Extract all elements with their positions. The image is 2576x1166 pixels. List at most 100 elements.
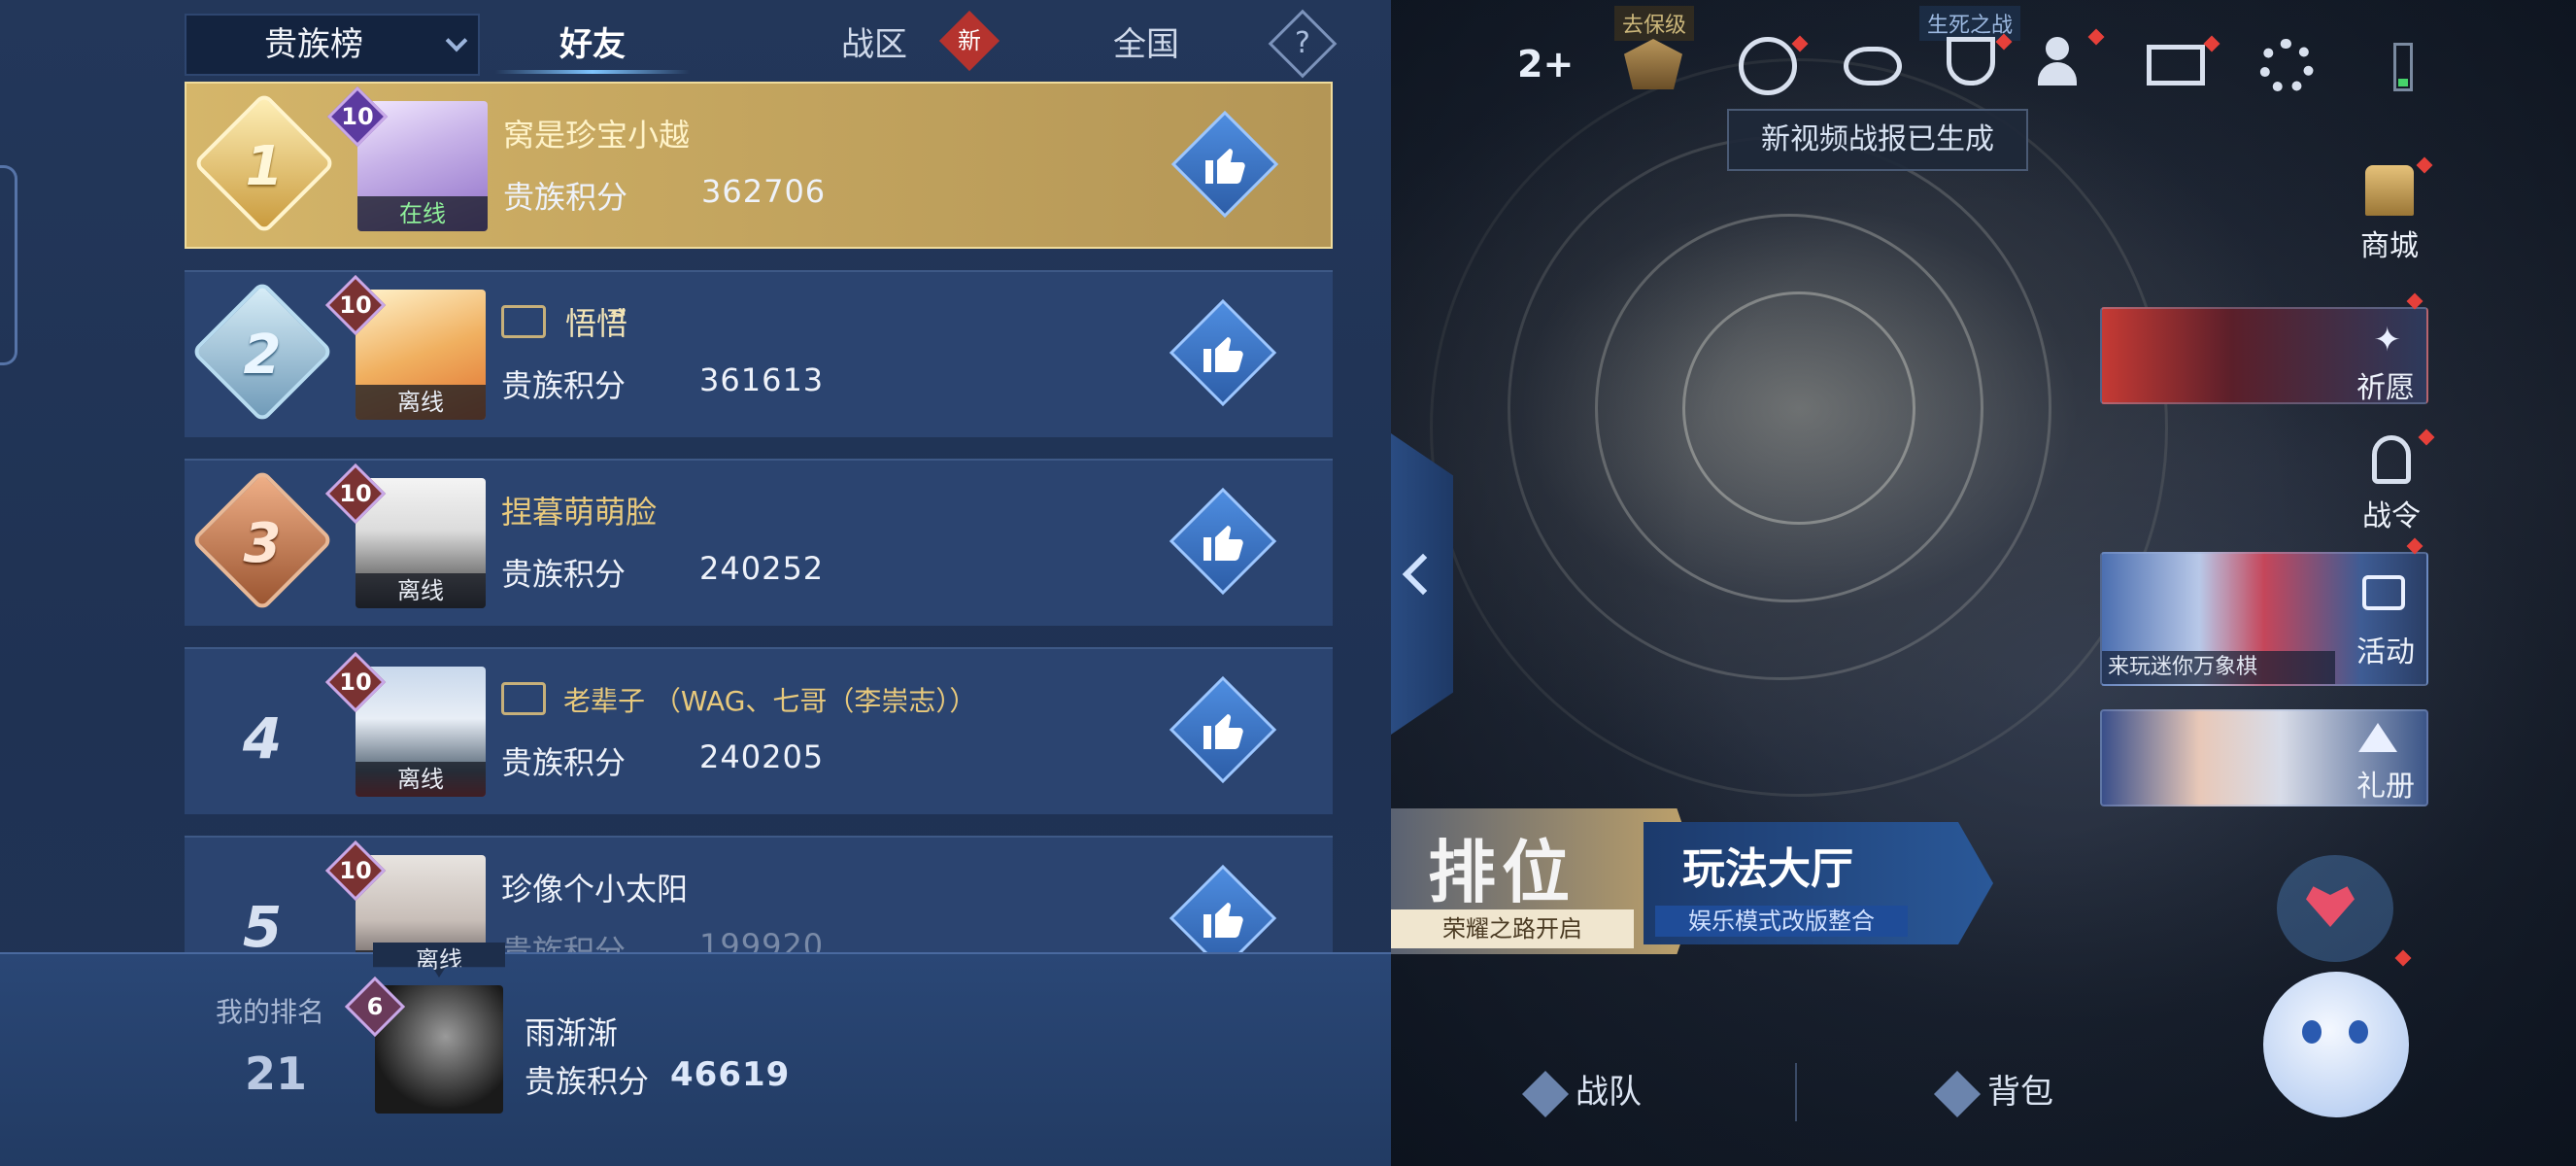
status-badge: 离线 xyxy=(356,385,486,420)
wifi-battery-icon xyxy=(2393,43,2413,91)
my-noble-level-badge: 6 xyxy=(344,976,406,1038)
help-icon[interactable]: ? xyxy=(1268,9,1338,79)
mode-hall-button[interactable]: 玩法大厅 娱乐模式改版整合 xyxy=(1644,822,1993,944)
ranking-row[interactable]: 5 离线 10 珍像个小太阳 贵族积分 199920 xyxy=(185,836,1333,952)
bag-icon xyxy=(1933,1070,1982,1117)
chevron-left-icon xyxy=(1402,553,1444,596)
chevron-down-icon xyxy=(445,29,468,52)
noble-level-badge: 10 xyxy=(324,274,387,336)
panel-edge-handle[interactable] xyxy=(0,165,17,365)
add-friend-button[interactable]: 2+ xyxy=(1517,43,1574,86)
gold-medal-icon: 1 xyxy=(192,91,336,235)
activity-label: 活动 xyxy=(2356,635,2415,669)
like-button[interactable] xyxy=(1170,110,1279,219)
nameplate-icon xyxy=(501,305,546,338)
ranking-list: 1 在线 10 窝是珍宝小越 贵族积分 362706 2 离线 10 悟悟ื 贵… xyxy=(185,82,1333,952)
settings-gear-icon[interactable] xyxy=(2259,39,2314,93)
radar-icon[interactable] xyxy=(1739,35,1809,95)
noble-level-badge: 10 xyxy=(324,651,387,713)
battle-pass-button[interactable]: 战令 xyxy=(2343,429,2440,534)
like-button[interactable] xyxy=(1169,487,1277,596)
thumbs-up-icon xyxy=(1203,714,1243,749)
team-button[interactable]: 战队 xyxy=(1521,1065,1642,1117)
thumbs-up-icon xyxy=(1203,903,1243,938)
score-label: 贵族积分 xyxy=(501,744,627,781)
player-name: 珍像个小太阳 xyxy=(501,871,689,908)
mascot-body xyxy=(2263,972,2409,1117)
wish-card[interactable]: 祈愿 ✦ xyxy=(2100,307,2428,404)
wish-label: 祈愿 xyxy=(2356,371,2415,404)
eye-icon[interactable] xyxy=(1844,47,1902,86)
ranking-type-dropdown[interactable]: 贵族榜 xyxy=(185,14,480,76)
like-button[interactable] xyxy=(1169,675,1277,784)
ranking-row[interactable]: 2 离线 10 悟悟ื 贵族积分 361613 xyxy=(185,270,1333,437)
score-label: 贵族积分 xyxy=(501,556,627,593)
shop-button[interactable]: 商城 xyxy=(2341,156,2438,264)
protect-rank-label: 去保级 xyxy=(1614,6,1695,41)
gift-book-label: 礼册 xyxy=(2356,770,2415,804)
battle-pass-icon xyxy=(2372,435,2411,484)
my-score-value: 46619 xyxy=(670,1055,791,1094)
score-label: 贵族积分 xyxy=(501,933,627,952)
mode-hall-title: 玩法大厅 xyxy=(1682,844,1853,894)
score-value: 199920 xyxy=(699,927,825,952)
tab-friends[interactable]: 好友 xyxy=(505,14,680,76)
team-icon xyxy=(1521,1070,1570,1117)
silver-medal-icon: 2 xyxy=(190,280,334,424)
gift-book-card[interactable]: 礼册 xyxy=(2100,709,2428,806)
trophy-icon[interactable] xyxy=(1947,33,2013,86)
shop-label: 商城 xyxy=(2360,229,2419,263)
nameplate-icon xyxy=(501,682,546,715)
star-icon: ✦ xyxy=(2373,321,2402,360)
my-score-label: 贵族积分 xyxy=(525,1063,650,1100)
collapse-panel-button[interactable] xyxy=(1391,433,1453,735)
mascot-character[interactable] xyxy=(2224,855,2457,1147)
ranking-row[interactable]: 3 离线 10 捏暮萌萌脸 贵族积分 240252 xyxy=(185,459,1333,626)
score-value: 240252 xyxy=(699,550,825,587)
score-value: 362706 xyxy=(701,173,827,210)
ranking-row[interactable]: 4 离线 10 老辈子 （WAG、七哥（李崇志）） 贵族积分 240205 xyxy=(185,647,1333,814)
player-name: 窝是珍宝小越 xyxy=(503,117,691,154)
player-name: 悟悟ื xyxy=(565,305,628,342)
noble-level-badge: 10 xyxy=(324,840,387,902)
like-button[interactable] xyxy=(1169,298,1277,407)
rank-number: 4 xyxy=(242,705,283,772)
video-report-tooltip[interactable]: 新视频战报已生成 xyxy=(1727,109,2028,171)
tab-zone[interactable]: 战区 xyxy=(787,14,962,76)
my-player-name: 雨渐渐 xyxy=(525,1014,619,1051)
activity-card[interactable]: 来玩迷你万象棋 活动 xyxy=(2100,552,2428,686)
tab-national[interactable]: 全国 xyxy=(1059,14,1234,76)
my-rank-bar: 我的排名 21 6 雨渐渐 贵族积分 46619 xyxy=(0,952,1391,1166)
bronze-medal-icon: 3 xyxy=(190,468,334,612)
friends-icon[interactable] xyxy=(2038,28,2105,86)
ranking-row[interactable]: 1 在线 10 窝是珍宝小越 贵族积分 362706 xyxy=(185,82,1333,249)
score-label: 贵族积分 xyxy=(501,367,627,404)
triangle-icon xyxy=(2358,723,2397,752)
status-badge: 离线 xyxy=(356,573,486,608)
noble-level-badge: 10 xyxy=(326,86,389,148)
player-name: 老辈子 （WAG、七哥（李崇志）） xyxy=(563,685,977,717)
mode-hall-subtitle: 娱乐模式改版整合 xyxy=(1655,906,1908,937)
bag-label: 背包 xyxy=(1987,1073,2053,1112)
chest-icon xyxy=(2362,575,2405,610)
team-label: 战队 xyxy=(1576,1073,1642,1112)
like-button[interactable] xyxy=(1169,864,1277,952)
activity-caption: 来玩迷你万象棋 xyxy=(2102,651,2335,684)
mail-icon[interactable] xyxy=(2147,35,2220,86)
score-value: 240205 xyxy=(699,738,825,775)
player-name: 捏暮萌萌脸 xyxy=(501,494,658,531)
ranked-title: 排位 xyxy=(1428,833,1576,912)
noble-level-badge: 10 xyxy=(324,463,387,525)
thumbs-up-icon xyxy=(1203,526,1243,561)
status-badge: 离线 xyxy=(356,762,486,797)
ranked-subtitle: 荣耀之路开启 xyxy=(1391,909,1634,948)
bag-button[interactable]: 背包 xyxy=(1933,1065,2053,1117)
status-badge: 在线 xyxy=(357,196,488,231)
battle-pass-label: 战令 xyxy=(2362,499,2421,533)
ranking-type-label: 贵族榜 xyxy=(264,25,363,64)
my-rank-number: 21 xyxy=(245,1047,308,1100)
my-rank-label: 我的排名 xyxy=(216,996,325,1028)
score-label: 贵族积分 xyxy=(503,179,628,216)
thumbs-up-icon xyxy=(1203,337,1243,372)
thumbs-up-icon xyxy=(1205,149,1245,184)
